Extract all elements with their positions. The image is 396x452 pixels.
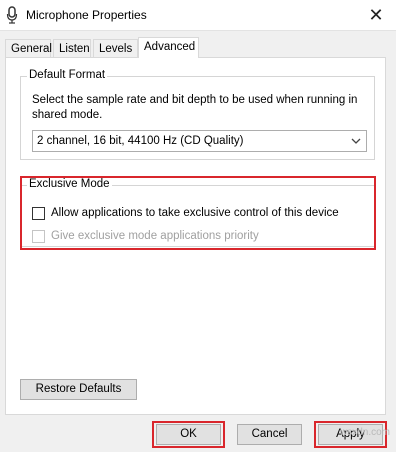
exclusive-priority-checkbox bbox=[32, 229, 45, 243]
tab-levels[interactable]: Levels bbox=[93, 39, 138, 57]
window-title: Microphone Properties bbox=[26, 8, 147, 22]
exclusive-priority-row: Give exclusive mode applications priorit… bbox=[32, 228, 259, 244]
watermark-text: wsxdn.com bbox=[339, 427, 390, 438]
close-icon: ✕ bbox=[368, 4, 384, 25]
ok-button[interactable]: OK bbox=[156, 424, 221, 445]
tab-general[interactable]: General bbox=[5, 39, 52, 57]
exclusive-priority-label: Give exclusive mode applications priorit… bbox=[51, 230, 259, 242]
tab-listen[interactable]: Listen bbox=[53, 39, 91, 57]
allow-exclusive-checkbox[interactable] bbox=[32, 206, 45, 220]
allow-exclusive-row[interactable]: Allow applications to take exclusive con… bbox=[32, 205, 339, 221]
close-button[interactable]: ✕ bbox=[356, 0, 396, 30]
microphone-icon bbox=[6, 6, 18, 24]
default-format-description: Select the sample rate and bit depth to … bbox=[32, 94, 358, 121]
chevron-down-icon bbox=[351, 138, 361, 144]
sample-rate-value: 2 channel, 16 bit, 44100 Hz (CD Quality) bbox=[37, 135, 244, 147]
allow-exclusive-label: Allow applications to take exclusive con… bbox=[51, 207, 339, 219]
default-format-title: Default Format bbox=[27, 69, 108, 81]
advanced-panel: Default Format Select the sample rate an… bbox=[5, 57, 386, 415]
exclusive-mode-group: Exclusive Mode Allow applications to tak… bbox=[20, 178, 375, 247]
default-format-group: Default Format Select the sample rate an… bbox=[20, 69, 375, 160]
restore-defaults-button[interactable]: Restore Defaults bbox=[20, 379, 137, 400]
tab-advanced[interactable]: Advanced bbox=[138, 37, 199, 58]
title-bar: Microphone Properties ✕ bbox=[0, 0, 396, 31]
cancel-button[interactable]: Cancel bbox=[237, 424, 302, 445]
exclusive-mode-title: Exclusive Mode bbox=[27, 178, 112, 190]
sample-rate-dropdown[interactable]: 2 channel, 16 bit, 44100 Hz (CD Quality) bbox=[32, 130, 367, 152]
